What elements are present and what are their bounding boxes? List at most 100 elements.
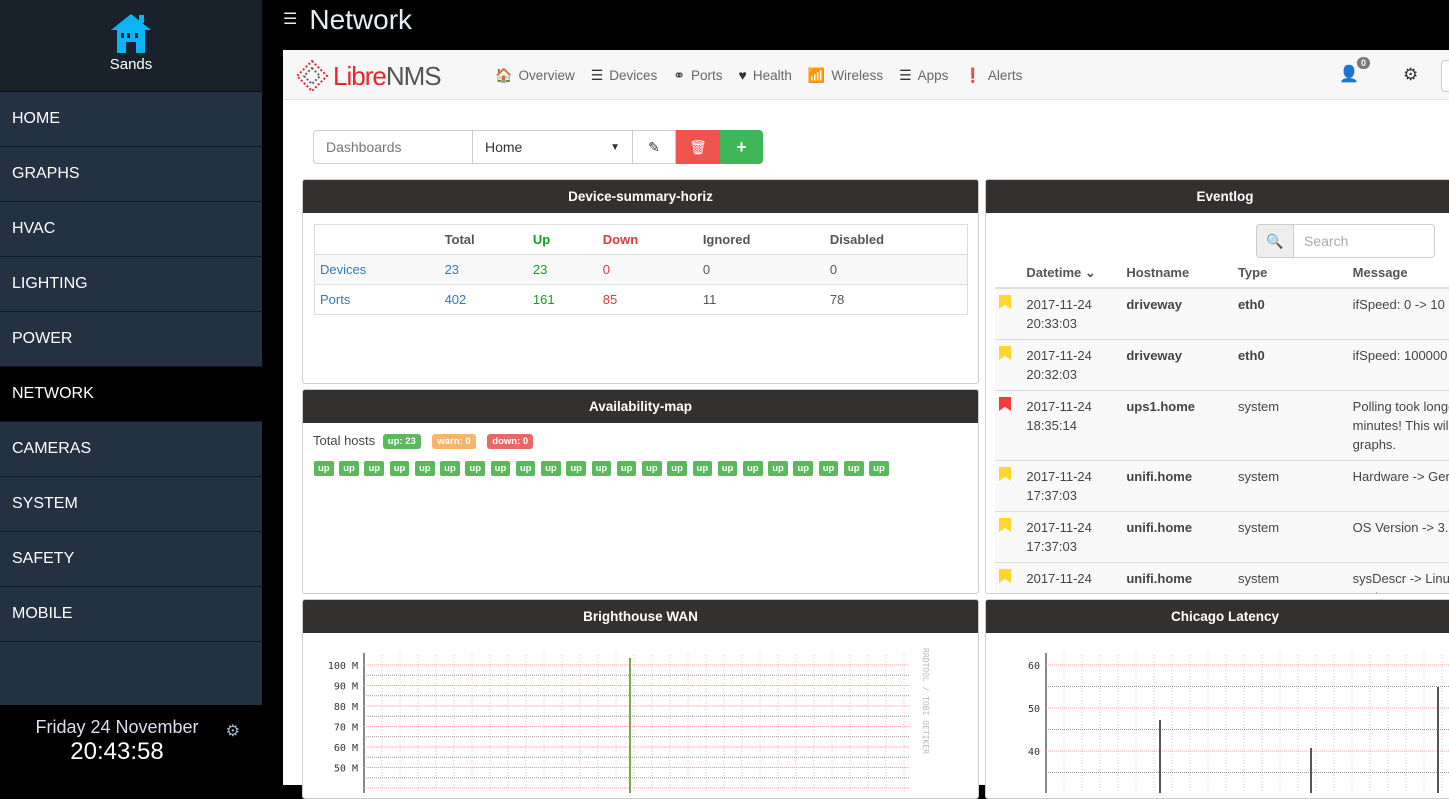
- event-time: 20:32:03: [1026, 367, 1077, 382]
- hostname-link[interactable]: driveway: [1122, 287, 1234, 340]
- host-status-badge[interactable]: up: [490, 461, 511, 476]
- user-icon[interactable]: 👤 0: [1339, 57, 1371, 84]
- sidebar-item-graphs[interactable]: GRAPHS: [0, 147, 262, 202]
- sidebar-item-home[interactable]: HOME: [0, 92, 262, 147]
- eventlog-row: 2017-11-24 18:35:14 ups1.home system Polling…: [995, 390, 1449, 461]
- sidebar-item-hvac[interactable]: HVAC: [0, 202, 262, 257]
- host-status-badge[interactable]: up: [440, 461, 460, 476]
- hostname-link[interactable]: ups1.home: [1122, 390, 1234, 461]
- brand[interactable]: Sands: [0, 0, 262, 92]
- brand-name: Sands: [109, 56, 153, 73]
- widget-title: Chicago Latency: [986, 600, 1449, 633]
- host-status-badge[interactable]: up: [642, 461, 662, 476]
- caret-down-icon: ▼: [610, 141, 620, 153]
- y-tick-label: 50: [1028, 704, 1040, 715]
- dashboards-label: Dashboards: [313, 130, 473, 164]
- host-status-badge[interactable]: up: [616, 461, 637, 476]
- host-status-badge[interactable]: up: [541, 461, 561, 476]
- event-time: 17:37:03: [1026, 539, 1077, 554]
- hamburger-icon[interactable]: ☰: [283, 11, 297, 28]
- notification-count: 0: [1357, 57, 1371, 69]
- host-status-badge[interactable]: up: [566, 461, 586, 476]
- severity-flag-icon: [999, 295, 1011, 309]
- sidebar-item-mobile[interactable]: MOBILE: [0, 587, 262, 642]
- table-row: Devices 23 23 0 0 0: [314, 254, 968, 285]
- sidebar-item-safety[interactable]: SAFETY: [0, 532, 262, 587]
- event-message: sysDescr -> Linu amd64 #1 SMP D: [1348, 562, 1449, 593]
- dashboard-select[interactable]: Home ▼: [473, 130, 633, 164]
- edit-icon: ✎: [648, 138, 660, 155]
- column-header-message[interactable]: Message: [1348, 258, 1449, 289]
- host-status-badge[interactable]: up: [515, 461, 536, 476]
- host-status-badge[interactable]: up: [742, 461, 763, 476]
- type-link[interactable]: eth0: [1233, 339, 1349, 391]
- nav-ports[interactable]: ⚭ Ports: [673, 67, 722, 84]
- edit-dashboard-button[interactable]: ✎: [633, 130, 676, 164]
- sidebar-item-lighting[interactable]: LIGHTING: [0, 257, 262, 312]
- nav-search-input[interactable]: [1441, 60, 1449, 92]
- host-status-badge[interactable]: up: [414, 461, 435, 476]
- nav-wireless[interactable]: 📶 Wireless: [808, 67, 883, 84]
- sidebar-item-cameras[interactable]: CAMERAS: [0, 422, 262, 477]
- host-status-badge[interactable]: up: [843, 461, 864, 476]
- event-message: Hardware -> Ger: [1348, 460, 1449, 512]
- dashboard-toolbar: Dashboards Home ▼ ✎ 🗑 +: [313, 130, 763, 164]
- sidebar-item-network[interactable]: NETWORK: [0, 367, 262, 422]
- host-status-badge[interactable]: up: [768, 461, 788, 476]
- librenms-logo[interactable]: Libre NMS: [295, 59, 442, 93]
- event-message: Polling took longe minutes! This wil gra…: [1348, 390, 1449, 461]
- column-header: Up: [532, 232, 551, 247]
- type-link[interactable]: eth0: [1233, 287, 1349, 340]
- row-link[interactable]: Ports: [314, 284, 440, 315]
- event-message: ifSpeed: 0 -> 10: [1348, 287, 1449, 340]
- hostname-link[interactable]: unifi.home: [1122, 562, 1234, 593]
- host-status-badge[interactable]: up: [818, 461, 839, 476]
- host-status-badge[interactable]: up: [389, 461, 410, 476]
- nav-health[interactable]: ♥ Health: [739, 67, 792, 83]
- hostname-link[interactable]: unifi.home: [1122, 511, 1234, 563]
- hostname-link[interactable]: unifi.home: [1122, 460, 1234, 512]
- add-dashboard-button[interactable]: +: [720, 130, 763, 164]
- host-status-badge[interactable]: up: [591, 461, 612, 476]
- clock: Friday 24 November 20:43:58 ⚙: [0, 705, 262, 766]
- host-status-badge[interactable]: up: [465, 461, 486, 476]
- chicago-latency-graph[interactable]: 60 50 40: [986, 633, 1449, 793]
- column-header: Disabled: [829, 232, 885, 247]
- settings-gear-icon[interactable]: ⚙: [1403, 65, 1418, 85]
- column-header-datetime[interactable]: Datetime ⌄: [1022, 258, 1123, 289]
- host-status-badge[interactable]: up: [692, 461, 713, 476]
- search-input[interactable]: Search: [1294, 224, 1435, 258]
- host-status-badge[interactable]: up: [339, 461, 359, 476]
- home-icon: 🏠: [495, 66, 513, 83]
- sidebar-item-system[interactable]: SYSTEM: [0, 477, 262, 532]
- gear-icon[interactable]: ⚙: [226, 721, 240, 741]
- host-status-badge[interactable]: up: [793, 461, 814, 476]
- host-status-badge[interactable]: up: [717, 461, 738, 476]
- sidebar-item-power[interactable]: POWER: [0, 312, 262, 367]
- host-status-badge[interactable]: up: [364, 461, 385, 476]
- cell[interactable]: 402: [439, 284, 528, 315]
- delete-dashboard-button[interactable]: 🗑: [676, 130, 720, 164]
- nav-overview[interactable]: 🏠 Overview: [495, 67, 575, 84]
- header-row: Total Up Down Ignored Disabled: [315, 225, 968, 255]
- nav-devices[interactable]: ☰ Devices: [591, 67, 658, 84]
- column-header: [315, 225, 440, 255]
- nav-alerts[interactable]: ❗ Alerts: [964, 67, 1022, 84]
- device-summary-widget: Device-summary-horiz Total Up Down Ignored D…: [302, 179, 979, 384]
- link-icon: ⚭: [673, 66, 686, 83]
- brighthouse-wan-graph[interactable]: 100 M 90 M 80 M 70 M 60 M 50 M RRDTOOL / TOBI …: [303, 633, 979, 793]
- column-header-type[interactable]: Type: [1233, 258, 1349, 289]
- host-status-badge[interactable]: up: [667, 461, 687, 476]
- hostname-link[interactable]: driveway: [1122, 339, 1234, 391]
- column-header-hostname[interactable]: Hostname: [1122, 258, 1234, 289]
- host-status-badge[interactable]: up: [869, 461, 889, 476]
- eventlog-row: 2017-11-24 17:37:03 unifi.home system OS Ver…: [995, 511, 1449, 563]
- cell[interactable]: 23: [439, 254, 528, 285]
- nav-apps[interactable]: ☰ Apps: [899, 67, 948, 84]
- event-time: 17:37:03: [1026, 488, 1077, 503]
- row-link[interactable]: Devices: [314, 254, 440, 285]
- heartbeat-icon: ♥: [738, 67, 747, 83]
- host-status-badge[interactable]: up: [314, 461, 334, 476]
- plus-icon: +: [736, 136, 747, 157]
- event-type: system: [1233, 511, 1349, 563]
